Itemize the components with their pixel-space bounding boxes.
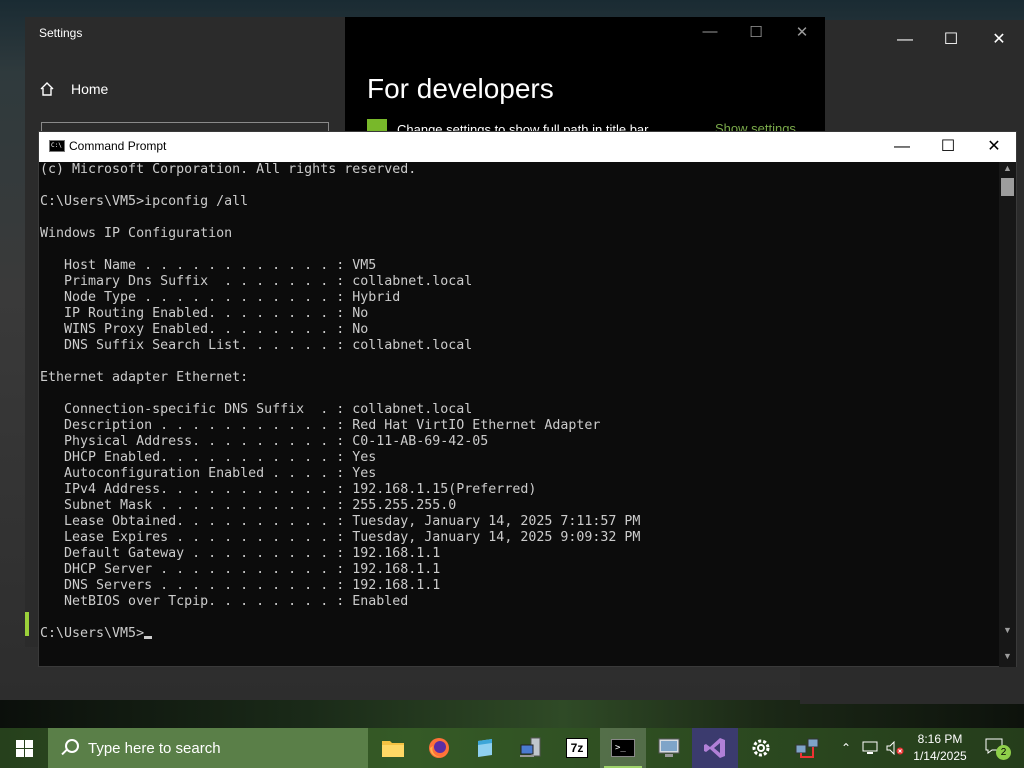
command-prompt-window[interactable]: C:\ Command Prompt — ☐ ✕ (c) Microsoft C…	[38, 131, 1017, 667]
console-line: Default Gateway . . . . . . . . . : 192.…	[40, 546, 441, 561]
close-button[interactable]: ✕	[976, 28, 1022, 52]
console-line: DHCP Enabled. . . . . . . . . . . : Yes	[40, 450, 377, 465]
console-line: Autoconfiguration Enabled . . . . : Yes	[40, 466, 377, 481]
console-line: Host Name . . . . . . . . . . . . : VM5	[40, 258, 377, 273]
firefox-icon	[429, 738, 449, 758]
tray-volume-icon[interactable]	[884, 728, 906, 768]
tray-chevron-icon[interactable]: ⌃	[836, 728, 856, 768]
page-title: For developers	[367, 73, 554, 104]
tray-network-icon[interactable]	[860, 728, 882, 768]
taskbar-app-command-prompt[interactable]: >_	[600, 728, 646, 768]
scroll-thumb[interactable]	[1001, 178, 1014, 196]
server-icon	[520, 737, 541, 757]
network-icon	[795, 738, 819, 758]
home-icon	[40, 82, 54, 96]
console-line: DHCP Server . . . . . . . . . . . : 192.…	[40, 562, 441, 577]
scroll-up-icon[interactable]: ▲	[999, 163, 1016, 173]
taskbar-app-settings[interactable]	[738, 728, 784, 768]
taskbar-app-notepad[interactable]	[462, 728, 508, 768]
prompt-text: C:\Users\VM5>	[40, 626, 145, 641]
text-cursor	[144, 636, 153, 639]
console-line: Node Type . . . . . . . . . . . . : Hybr…	[40, 290, 401, 305]
window-title: Settings	[39, 26, 83, 40]
console-prompt[interactable]: C:\Users\VM5>	[40, 626, 999, 642]
console-line: IP Routing Enabled. . . . . . . . : No	[40, 306, 369, 321]
minimize-button[interactable]: —	[879, 132, 925, 162]
taskbar-app-network-admin[interactable]	[784, 728, 830, 768]
console-line: C:\Users\VM5>ipconfig /all	[40, 194, 249, 209]
console-line: IPv4 Address. . . . . . . . . . . : 192.…	[40, 482, 537, 497]
close-button[interactable]: ✕	[779, 23, 825, 41]
scrollbar[interactable]: ▲ ▼ ▼	[999, 162, 1016, 667]
visual-studio-icon	[704, 738, 725, 758]
console-line: Ethernet adapter Ethernet:	[40, 370, 249, 385]
taskbar-app-7zip[interactable]: 7z	[554, 728, 600, 768]
notification-icon: 2	[985, 738, 1011, 760]
tray-clock[interactable]: 8:16 PM 1/14/2025	[906, 731, 974, 765]
console-line: (c) Microsoft Corporation. All rights re…	[40, 162, 417, 177]
nav-home-label: Home	[71, 81, 109, 97]
windows-icon	[15, 739, 33, 757]
clock-time: 8:16 PM	[917, 732, 963, 746]
start-button[interactable]	[0, 728, 48, 768]
terminal-icon: C:\	[49, 140, 65, 152]
scroll-down-icon[interactable]: ▼	[999, 625, 1016, 635]
computer-icon	[658, 738, 680, 757]
maximize-button[interactable]: ☐	[733, 23, 779, 41]
clock-date: 1/14/2025	[913, 749, 967, 763]
console-line: DNS Servers . . . . . . . . . . . : 192.…	[40, 578, 441, 593]
network-tray-icon	[862, 741, 878, 754]
console-line: DNS Suffix Search List. . . . . . : coll…	[40, 338, 473, 353]
console-output[interactable]: (c) Microsoft Corporation. All rights re…	[39, 162, 999, 667]
console-line: Lease Obtained. . . . . . . . . . : Tues…	[40, 514, 641, 529]
search-icon	[60, 739, 79, 757]
console-line: WINS Proxy Enabled. . . . . . . . : No	[40, 322, 369, 337]
nav-home[interactable]: Home	[39, 81, 108, 97]
notification-center-button[interactable]: 2	[978, 728, 1014, 768]
taskbar-app-system-info[interactable]	[646, 728, 692, 768]
7z-icon: 7z	[566, 738, 588, 758]
notepad-icon	[478, 739, 492, 757]
console-line: Description . . . . . . . . . . . : Red …	[40, 418, 601, 433]
taskbar-app-file-explorer[interactable]	[370, 728, 416, 768]
minimize-button[interactable]: —	[687, 23, 733, 40]
maximize-button[interactable]: ☐	[925, 132, 971, 162]
console-line: Subnet Mask . . . . . . . . . . . : 255.…	[40, 498, 457, 513]
scroll-down-icon[interactable]: ▼	[999, 651, 1016, 661]
volume-muted-icon	[886, 741, 904, 755]
window-title: Command Prompt	[69, 139, 167, 153]
selection-indicator	[25, 612, 29, 636]
wallpaper-scenery	[0, 700, 1024, 728]
taskbar-search[interactable]	[48, 728, 368, 768]
close-button[interactable]: ✕	[971, 132, 1017, 162]
gear-icon	[752, 739, 770, 757]
console-line: Windows IP Configuration	[40, 226, 233, 241]
cmd-titlebar[interactable]: C:\ Command Prompt — ☐ ✕	[39, 132, 1016, 162]
terminal-icon: >_	[611, 739, 635, 757]
taskbar-app-network-tool[interactable]	[508, 728, 554, 768]
taskbar-app-firefox[interactable]	[416, 728, 462, 768]
folder-icon	[382, 741, 404, 757]
notification-count-badge: 2	[996, 745, 1011, 760]
console-line: Physical Address. . . . . . . . . : C0-1…	[40, 434, 489, 449]
minimize-button[interactable]: —	[882, 28, 928, 52]
maximize-button[interactable]: ☐	[928, 28, 974, 52]
console-line: NetBIOS over Tcpip. . . . . . . . : Enab…	[40, 594, 409, 609]
console-line: Primary Dns Suffix . . . . . . . : colla…	[40, 274, 473, 289]
console-line: Lease Expires . . . . . . . . . . : Tues…	[40, 530, 641, 545]
console-line: Connection-specific DNS Suffix . : colla…	[40, 402, 473, 417]
taskbar: 7z >_ ⌃ 8:16 PM 1/14/2025 2	[0, 728, 1024, 768]
taskbar-app-visual-studio[interactable]	[692, 728, 738, 768]
search-input[interactable]	[88, 739, 338, 757]
